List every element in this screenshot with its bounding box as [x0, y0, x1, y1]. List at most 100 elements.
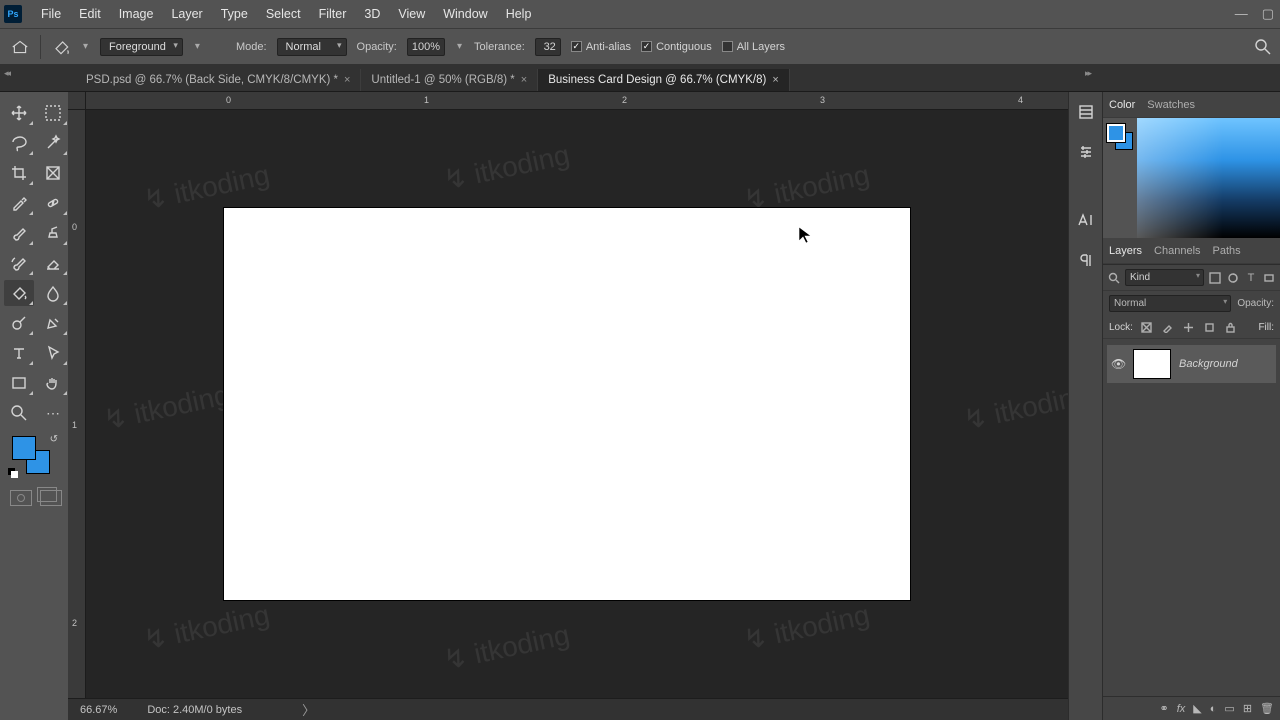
fx-icon[interactable]: fx [1177, 703, 1186, 715]
crop-tool[interactable] [4, 160, 34, 186]
swatches-tab[interactable]: Swatches [1147, 99, 1195, 111]
opacity-chevron-icon[interactable]: ▾ [455, 41, 464, 52]
search-icon[interactable] [1107, 271, 1121, 285]
layer-blend-dropdown[interactable]: Normal [1109, 295, 1231, 312]
hand-tool[interactable] [38, 370, 68, 396]
menu-3d[interactable]: 3D [355, 7, 389, 21]
new-layer-icon[interactable]: ⊞ [1243, 702, 1252, 715]
close-icon[interactable]: × [772, 74, 778, 86]
window-maximize-icon[interactable]: ▢ [1262, 6, 1274, 22]
blend-mode-dropdown[interactable]: Normal [277, 38, 347, 56]
window-minimize-icon[interactable]: — [1235, 6, 1248, 22]
layer-name[interactable]: Background [1179, 358, 1238, 370]
doc-tab[interactable]: PSD.psd @ 66.7% (Back Side, CMYK/8/CMYK)… [76, 69, 361, 91]
brush-tool[interactable] [4, 220, 34, 246]
layer-row[interactable]: 👁 Background [1107, 345, 1276, 383]
lasso-tool[interactable] [4, 130, 34, 156]
foreground-color[interactable] [12, 436, 36, 460]
panel-fg-color[interactable] [1107, 124, 1125, 142]
doc-tab[interactable]: Untitled-1 @ 50% (RGB/8) *× [361, 69, 538, 91]
screenmode-icon[interactable] [40, 490, 62, 506]
character-panel-icon[interactable] [1074, 208, 1098, 232]
menu-select[interactable]: Select [257, 7, 310, 21]
paint-bucket-icon[interactable] [51, 38, 71, 56]
blur-tool[interactable] [38, 280, 68, 306]
lock-artboard-icon[interactable] [1203, 320, 1217, 334]
doc-tab[interactable]: Business Card Design @ 66.7% (CMYK/8)× [538, 69, 790, 91]
lock-pixels-icon[interactable] [1140, 320, 1154, 334]
lock-position-icon[interactable] [1182, 320, 1196, 334]
paragraph-panel-icon[interactable] [1074, 248, 1098, 272]
healing-tool[interactable] [38, 190, 68, 216]
ruler-vertical[interactable]: 0 1 2 [68, 110, 86, 720]
move-tool[interactable] [4, 100, 34, 126]
lock-brush-icon[interactable] [1161, 320, 1175, 334]
filter-kind-dropdown[interactable]: Kind [1125, 269, 1204, 286]
canvas-stage[interactable]: 0 1 2 3 4 0 1 2 ↯ itkoding ↯ itkoding ↯ … [68, 92, 1068, 720]
menu-image[interactable]: Image [110, 7, 163, 21]
filter-adjust-icon[interactable] [1226, 271, 1240, 285]
default-colors-icon[interactable] [8, 468, 18, 478]
color-tab[interactable]: Color [1109, 99, 1135, 111]
tolerance-input[interactable]: 32 [535, 38, 561, 56]
mask-icon[interactable]: ◣ [1193, 702, 1201, 715]
edit-toolbar[interactable]: ⋯ [38, 400, 68, 426]
marquee-tool[interactable] [38, 100, 68, 126]
menu-filter[interactable]: Filter [310, 7, 356, 21]
adjustment-icon[interactable]: ◐ [1210, 703, 1217, 715]
paths-tab[interactable]: Paths [1213, 245, 1241, 257]
alllayers-checkbox[interactable]: All Layers [722, 41, 785, 53]
layer-thumbnail[interactable] [1133, 349, 1171, 379]
close-icon[interactable]: × [344, 74, 350, 86]
collapse-right-icon[interactable]: ▸▸ [1085, 68, 1090, 79]
filter-type-icon[interactable]: T [1244, 271, 1258, 285]
search-icon[interactable] [1254, 38, 1272, 56]
close-icon[interactable]: × [521, 74, 527, 86]
document-canvas[interactable] [224, 208, 910, 600]
delete-layer-icon[interactable]: 🗑 [1260, 702, 1274, 715]
ruler-origin[interactable] [68, 92, 86, 110]
filter-image-icon[interactable] [1208, 271, 1222, 285]
zoom-level[interactable]: 66.67% [80, 704, 117, 716]
pattern-chevron-icon[interactable]: ▾ [193, 41, 202, 52]
properties-panel-icon[interactable] [1074, 140, 1098, 164]
paint-bucket-tool[interactable] [4, 280, 34, 306]
collapse-left-icon[interactable]: ◂◂ [4, 68, 9, 79]
frame-tool[interactable] [38, 160, 68, 186]
type-tool[interactable] [4, 340, 34, 366]
eyedropper-tool[interactable] [4, 190, 34, 216]
layers-tab[interactable]: Layers [1109, 245, 1142, 257]
menu-view[interactable]: View [389, 7, 434, 21]
menu-edit[interactable]: Edit [70, 7, 110, 21]
menu-type[interactable]: Type [212, 7, 257, 21]
quickmask-icon[interactable] [10, 490, 32, 506]
history-panel-icon[interactable] [1074, 100, 1098, 124]
magic-wand-tool[interactable] [38, 130, 68, 156]
menu-layer[interactable]: Layer [162, 7, 211, 21]
path-select-tool[interactable] [38, 340, 68, 366]
group-icon[interactable]: ▭ [1224, 702, 1234, 715]
lock-all-icon[interactable] [1224, 320, 1238, 334]
color-picker-field[interactable] [1137, 118, 1280, 238]
channels-tab[interactable]: Channels [1154, 245, 1200, 257]
visibility-icon[interactable]: 👁 [1111, 357, 1125, 371]
antialias-checkbox[interactable]: Anti-alias [571, 41, 631, 53]
home-icon[interactable] [10, 39, 30, 55]
swap-colors-icon[interactable]: ↺ [50, 434, 58, 445]
menu-help[interactable]: Help [497, 7, 541, 21]
clone-stamp-tool[interactable] [38, 220, 68, 246]
filter-shape-icon[interactable] [1262, 271, 1276, 285]
pen-tool[interactable] [38, 310, 68, 336]
eraser-tool[interactable] [38, 250, 68, 276]
menu-file[interactable]: File [32, 7, 70, 21]
ruler-horizontal[interactable]: 0 1 2 3 4 [86, 92, 1068, 110]
history-brush-tool[interactable] [4, 250, 34, 276]
status-expand-icon[interactable]: 〉 [302, 700, 315, 719]
rectangle-tool[interactable] [4, 370, 34, 396]
dodge-tool[interactable] [4, 310, 34, 336]
contiguous-checkbox[interactable]: Contiguous [641, 41, 712, 53]
opacity-input[interactable]: 100% [407, 38, 445, 56]
zoom-tool[interactable] [4, 400, 34, 426]
fill-source-dropdown[interactable]: Foreground [100, 38, 183, 56]
tool-preset-chevron-icon[interactable]: ▾ [81, 41, 90, 52]
